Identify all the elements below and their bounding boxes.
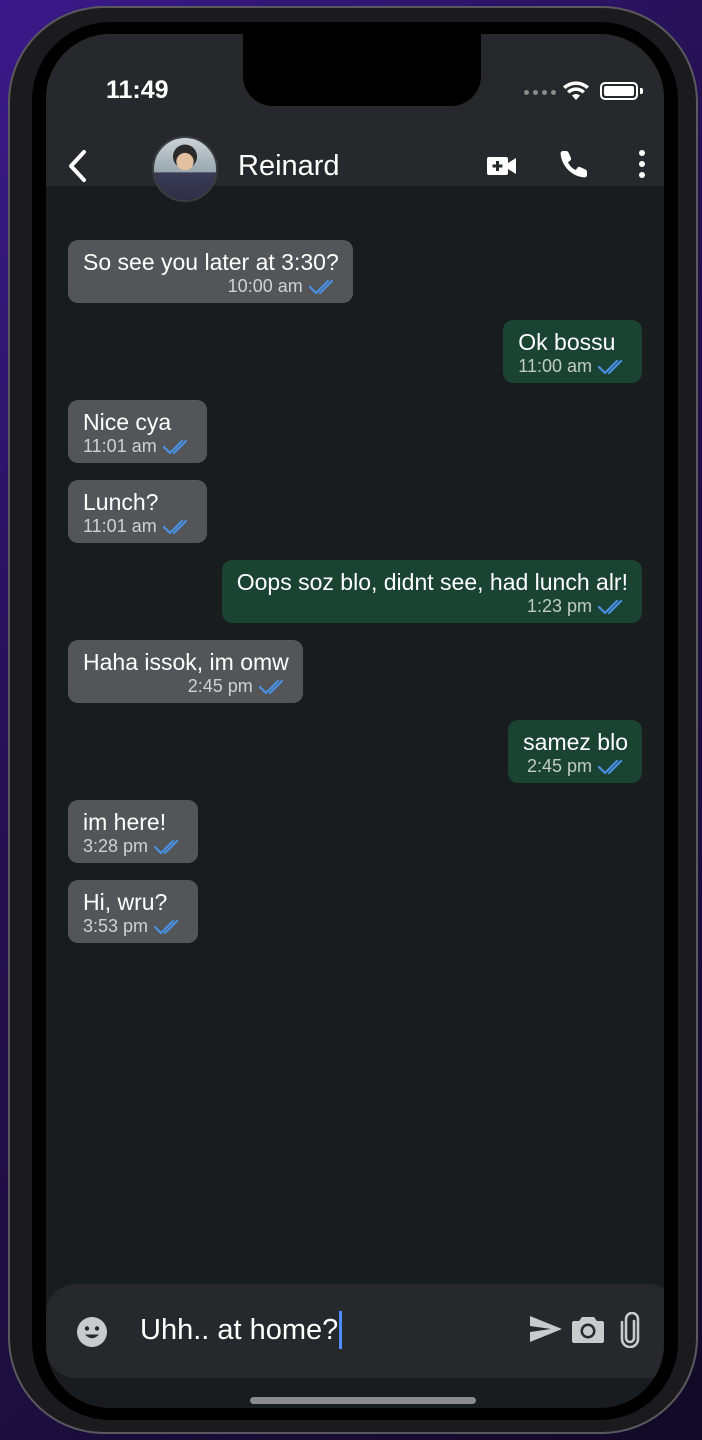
message-composer: Uhh.. at home? [46, 1284, 664, 1378]
message-text: Ok bossu [518, 329, 616, 355]
send-button[interactable] [529, 1315, 563, 1343]
battery-tip [640, 88, 643, 94]
double-check-icon [162, 439, 187, 454]
message-text: Oops soz blo, didnt see, had lunch alr! [236, 569, 628, 595]
paperclip-icon [620, 1312, 640, 1348]
double-check-icon [598, 599, 623, 614]
cellular-signal-icon [524, 90, 556, 95]
message-timestamp: 2:45 pm [187, 676, 253, 696]
message-timestamp: 2:45 pm [526, 756, 592, 776]
message-meta: 11:01 am [83, 436, 193, 457]
message-timestamp: 11:01 am [83, 516, 157, 536]
double-check-icon [598, 359, 623, 374]
message-meta: 3:53 pm [83, 916, 184, 937]
message-text: Nice cya [83, 409, 172, 435]
status-time: 11:49 [106, 76, 169, 104]
send-icon [530, 1316, 562, 1342]
outgoing-message[interactable]: Oops soz blo, didnt see, had lunch alr! 1… [221, 560, 642, 623]
incoming-message[interactable]: Hi, wru? 3:53 pm [68, 880, 199, 943]
message-meta: 2:45 pm [523, 756, 628, 777]
phone-frame: 11:49 Reinard So see you later at 3:30? … [8, 6, 698, 1434]
message-text: im here! [83, 809, 167, 835]
video-call-button[interactable] [486, 154, 518, 178]
back-button[interactable] [64, 148, 94, 184]
attach-button[interactable] [619, 1312, 641, 1348]
contact-name[interactable]: Reinard [238, 150, 340, 183]
notch [243, 34, 481, 106]
double-check-icon [308, 279, 333, 294]
chevron-left-icon [69, 150, 86, 182]
message-timestamp: 10:00 am [227, 276, 303, 296]
wifi-icon [563, 81, 589, 100]
contact-avatar[interactable] [152, 136, 218, 202]
message-meta: 2:45 pm [83, 676, 289, 697]
double-check-icon [162, 519, 187, 534]
double-check-icon [598, 759, 623, 774]
emoji-icon [77, 1317, 107, 1347]
message-meta: 1:23 pm [237, 596, 628, 617]
battery-icon [600, 82, 638, 100]
incoming-message[interactable]: Lunch? 11:01 am [68, 480, 207, 543]
chat-screen: 11:49 Reinard So see you later at 3:30? … [46, 34, 664, 1408]
camera-icon [572, 1317, 604, 1343]
outgoing-message[interactable]: samez blo 2:45 pm [508, 720, 642, 783]
message-meta: 11:01 am [83, 516, 193, 537]
phone-call-button[interactable] [558, 148, 590, 180]
message-input[interactable]: Uhh.. at home? [140, 1310, 343, 1350]
message-text: Haha issok, im omw [83, 649, 289, 675]
message-text: Hi, wru? [83, 889, 168, 915]
phone-bezel: 11:49 Reinard So see you later at 3:30? … [32, 22, 678, 1420]
message-text: Lunch? [83, 489, 159, 515]
message-timestamp: 3:53 pm [83, 916, 149, 936]
message-list[interactable]: So see you later at 3:30? 10:00 am Ok boss… [46, 220, 664, 1280]
outgoing-message[interactable]: Ok bossu 11:00 am [503, 320, 642, 383]
home-indicator[interactable] [250, 1397, 476, 1404]
more-vertical-icon [639, 150, 645, 156]
incoming-message[interactable]: im here! 3:28 pm [68, 800, 199, 863]
double-check-icon [154, 919, 179, 934]
message-text: samez blo [523, 729, 628, 755]
camera-button[interactable] [571, 1314, 605, 1344]
double-check-icon [258, 679, 283, 694]
message-timestamp: 1:23 pm [526, 596, 592, 616]
message-timestamp: 3:28 pm [83, 836, 149, 856]
incoming-message[interactable]: Haha issok, im omw 2:45 pm [68, 640, 303, 703]
text-caret [339, 1311, 343, 1349]
message-meta: 10:00 am [83, 276, 339, 297]
more-options-button[interactable] [636, 150, 648, 184]
phone-icon [560, 151, 587, 178]
emoji-button[interactable] [76, 1316, 108, 1348]
message-timestamp: 11:01 am [83, 436, 157, 456]
message-timestamp: 11:00 am [518, 356, 592, 376]
message-meta: 3:28 pm [83, 836, 184, 857]
video-call-icon [487, 157, 516, 175]
incoming-message[interactable]: Nice cya 11:01 am [68, 400, 207, 463]
message-text: So see you later at 3:30? [83, 249, 339, 275]
chat-header: Reinard [46, 120, 664, 220]
incoming-message[interactable]: So see you later at 3:30? 10:00 am [68, 240, 353, 303]
message-input-text: Uhh.. at home? [140, 1313, 339, 1346]
double-check-icon [154, 839, 179, 854]
message-meta: 11:00 am [518, 356, 628, 377]
